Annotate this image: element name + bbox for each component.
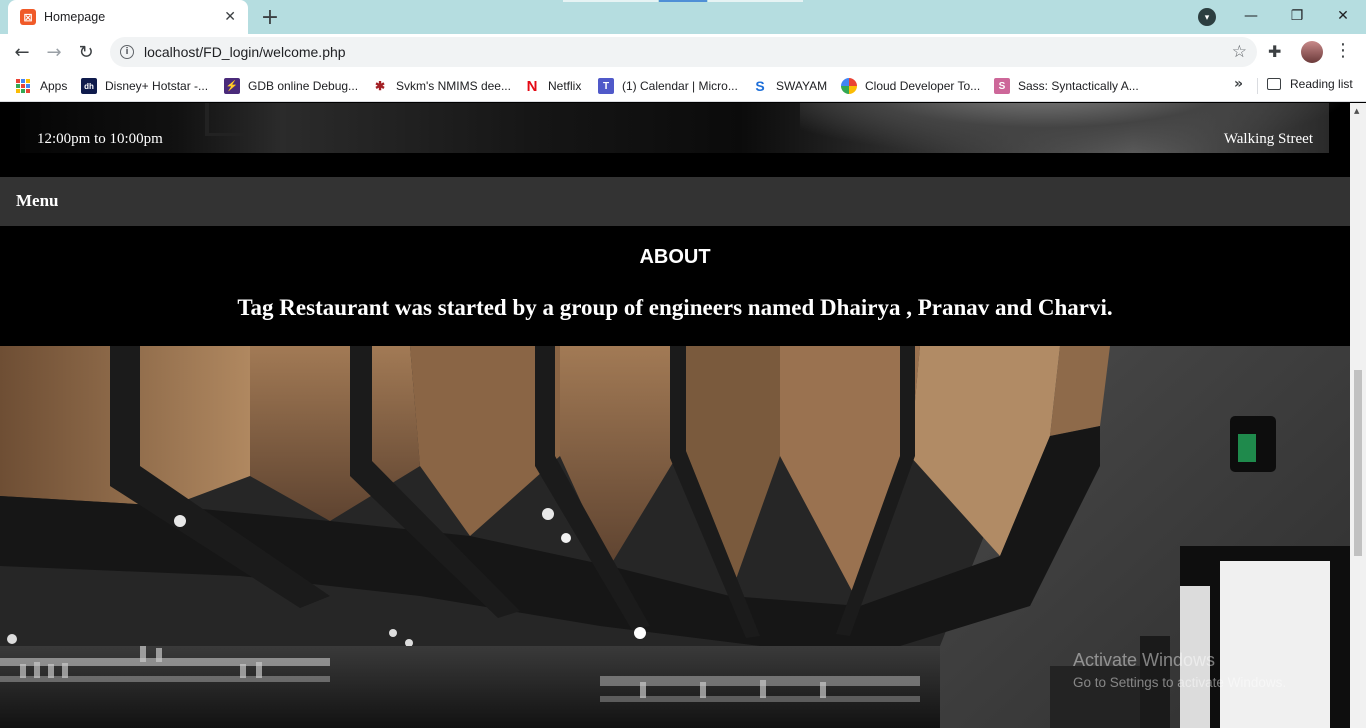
opening-hours: 12:00pm to 10:00pm: [37, 131, 163, 147]
reading-list-icon: [1267, 78, 1281, 90]
about-section: ABOUT Tag Restaurant was started by a gr…: [0, 226, 1350, 346]
bookmark-nmims[interactable]: ✱ Svkm's NMIMS dee...: [372, 77, 511, 95]
page-viewport: 12:00pm to 10:00pm Walking Street Menu A…: [0, 103, 1350, 728]
bookmark-cloud[interactable]: Cloud Developer To...: [841, 77, 980, 95]
bookmark-label: Netflix: [548, 79, 582, 93]
info-icon[interactable]: i: [120, 45, 134, 59]
netflix-icon: N: [524, 78, 540, 95]
bookmark-netflix[interactable]: N Netflix: [524, 77, 581, 95]
reload-icon[interactable]: ↻: [72, 38, 100, 66]
maximize-icon[interactable]: ❐: [1274, 3, 1320, 29]
puzzle-icon[interactable]: ✚: [1268, 42, 1281, 61]
back-arrow-icon[interactable]: ←: [8, 38, 36, 66]
activate-subtitle: Go to Settings to activate Windows.: [1073, 675, 1287, 690]
forward-arrow-icon[interactable]: →: [40, 38, 68, 66]
gdb-icon: ⚡: [224, 78, 240, 94]
bookmark-swayam[interactable]: S SWAYAM: [752, 77, 827, 95]
minimize-icon[interactable]: —: [1228, 3, 1274, 29]
bookmark-gdb[interactable]: ⚡ GDB online Debug...: [224, 77, 358, 95]
swayam-icon: S: [752, 78, 768, 94]
close-icon[interactable]: ✕: [224, 9, 236, 25]
tab-strip-hint: [563, 0, 658, 2]
activate-title: Activate Windows: [1073, 650, 1216, 670]
star-icon[interactable]: ☆: [1232, 42, 1247, 62]
about-text: Tag Restaurant was started by a group of…: [237, 295, 1113, 320]
sass-icon: S: [994, 78, 1010, 94]
bookmark-label: Disney+ Hotstar -...: [105, 79, 209, 93]
bookmark-label: Svkm's NMIMS dee...: [396, 79, 511, 93]
window-close-icon[interactable]: ✕: [1320, 3, 1366, 29]
scrollbar-thumb[interactable]: [1354, 370, 1362, 556]
page-scrollbar[interactable]: ▲: [1350, 103, 1366, 728]
hero-image: [20, 103, 1340, 153]
bookmark-label: SWAYAM: [776, 79, 828, 93]
bookmark-label: Cloud Developer To...: [865, 79, 981, 93]
location-text: Walking Street: [1223, 131, 1313, 147]
avatar[interactable]: [1301, 41, 1323, 63]
menu-bar: Menu: [0, 177, 1350, 226]
hotstar-icon: dh: [81, 78, 97, 94]
bookmark-hotstar[interactable]: dh Disney+ Hotstar -...: [81, 77, 208, 95]
bookmarks-bar: Apps dh Disney+ Hotstar -... ⚡ GDB onlin…: [0, 70, 1366, 102]
scroll-up-icon[interactable]: ▲: [1354, 107, 1359, 115]
nmims-icon: ✱: [372, 78, 388, 94]
bookmark-calendar[interactable]: T (1) Calendar | Micro...: [598, 77, 738, 95]
google-cloud-icon: [841, 78, 857, 94]
bookmark-apps[interactable]: Apps: [16, 77, 67, 95]
menu-link[interactable]: Menu: [16, 191, 59, 211]
tab-strip-hint: [659, 0, 707, 2]
address-bar[interactable]: i localhost/FD_login/welcome.php ☆: [110, 37, 1257, 67]
kebab-menu-icon[interactable]: ⋮: [1334, 40, 1352, 61]
reading-list-label: Reading list: [1290, 77, 1353, 91]
bookmark-sass[interactable]: S Sass: Syntactically A...: [994, 77, 1139, 95]
reading-list-button[interactable]: Reading list: [1267, 77, 1353, 91]
tab-search-icon[interactable]: ▾: [1198, 8, 1216, 26]
teams-icon: T: [598, 78, 614, 94]
bookmark-label: Apps: [40, 79, 68, 93]
bookmark-label: (1) Calendar | Micro...: [622, 79, 738, 93]
about-heading: ABOUT: [639, 246, 711, 268]
bookmark-label: GDB online Debug...: [248, 79, 359, 93]
activate-windows-watermark: Activate Windows Go to Settings to activ…: [1073, 650, 1286, 690]
plus-icon[interactable]: +: [258, 5, 282, 30]
xampp-icon: ⊠: [20, 9, 36, 25]
tab-strip-hint: [708, 0, 803, 2]
url-text[interactable]: localhost/FD_login/welcome.php: [144, 44, 1232, 60]
tab-strip: ⊠ Homepage ✕ + ▾ — ❐ ✕: [0, 0, 1366, 34]
browser-toolbar: ← → ↻ i localhost/FD_login/welcome.php ☆…: [0, 34, 1366, 70]
divider: [1257, 78, 1258, 94]
apps-grid-icon: [16, 79, 30, 93]
active-tab[interactable]: ⊠ Homepage ✕: [8, 0, 248, 34]
tab-title: Homepage: [44, 10, 106, 24]
more-bookmarks-icon[interactable]: »: [1234, 76, 1243, 92]
bookmark-label: Sass: Syntactically A...: [1018, 79, 1139, 93]
